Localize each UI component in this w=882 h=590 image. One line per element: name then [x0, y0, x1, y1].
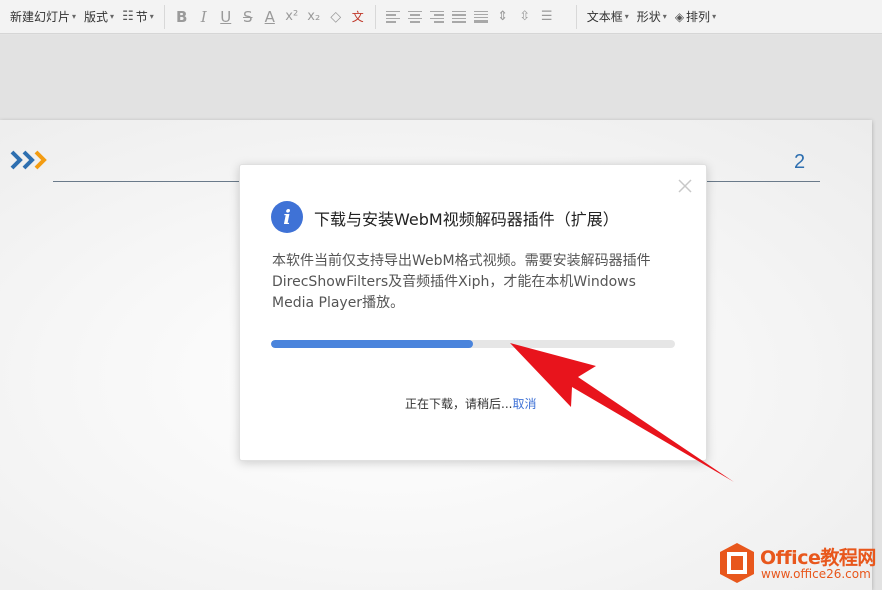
justify-icon[interactable] — [448, 6, 470, 28]
progress-fill — [271, 340, 473, 348]
download-status: 正在下载，请稍后...取消 — [405, 395, 536, 412]
shape-button[interactable]: 形状 ▾ — [633, 5, 671, 29]
textbox-label: 文本框 — [586, 10, 623, 24]
italic-icon[interactable]: I — [193, 6, 215, 28]
chevron-down-icon: ▾ — [110, 12, 115, 21]
cancel-link[interactable]: 取消 — [512, 397, 536, 411]
close-icon[interactable] — [676, 177, 694, 195]
strikethrough-icon[interactable]: S — [237, 6, 259, 28]
new-slide-label: 新建幻灯片 — [10, 10, 71, 24]
arrange-button[interactable]: ◈ 排列 ▾ — [671, 5, 720, 29]
chevron-down-icon: ▾ — [712, 12, 717, 21]
chevron-down-icon: ▾ — [149, 12, 154, 21]
chevron-down-icon: ▾ — [72, 12, 77, 21]
phonetic-icon[interactable]: 文 — [347, 6, 369, 28]
text-shadow-icon[interactable]: A — [259, 6, 281, 28]
chevron-down-icon: ▾ — [662, 12, 667, 21]
watermark-url: www.office26.com — [761, 567, 871, 581]
bold-icon[interactable]: B — [171, 6, 193, 28]
align-center-icon[interactable] — [404, 6, 426, 28]
status-text: 正在下载，请稍后... — [405, 397, 513, 411]
align-left-icon[interactable] — [382, 6, 404, 28]
section-icon: ☷ — [122, 9, 134, 24]
office-logo-icon — [720, 543, 754, 583]
distribute-icon[interactable] — [470, 6, 492, 28]
section-label: 节 — [135, 10, 148, 24]
eraser-icon[interactable]: ◇ — [325, 6, 347, 28]
section-button[interactable]: ☷ 节 ▾ — [118, 5, 158, 29]
align-right-icon[interactable] — [426, 6, 448, 28]
chevron-down-icon: ▾ — [624, 12, 629, 21]
chevrons-icon — [10, 150, 47, 170]
bullet-list-icon[interactable]: ☰ — [536, 6, 558, 28]
indent-icon[interactable]: ⇳ — [514, 6, 536, 28]
toolbar-divider — [575, 4, 577, 29]
underline-icon[interactable]: U — [215, 6, 237, 28]
new-slide-button[interactable]: 新建幻灯片 ▾ — [6, 5, 80, 29]
toolbar-divider — [374, 4, 376, 29]
line-spacing-icon[interactable]: ⇕ — [492, 6, 514, 28]
toolbar-divider — [163, 4, 165, 29]
layout-label: 版式 — [84, 10, 109, 24]
watermark: Office教程网 www.office26.com — [716, 540, 882, 590]
subscript-icon[interactable]: x₂ — [303, 6, 325, 28]
textbox-button[interactable]: 文本框 ▾ — [583, 5, 633, 29]
superscript-icon[interactable]: x² — [281, 6, 303, 28]
page-number: 2 — [794, 151, 806, 173]
layout-button[interactable]: 版式 ▾ — [80, 5, 118, 29]
download-progress-bar — [271, 340, 675, 348]
dialog-title: 下载与安装WebM视频解码器插件（扩展） — [314, 210, 619, 229]
dialog-message: 本软件当前仅支持导出WebM格式视频。需要安装解码器插件DirecShowFil… — [272, 253, 651, 311]
info-icon: i — [271, 201, 303, 233]
ribbon-toolbar: 新建幻灯片 ▾ 版式 ▾ ☷ 节 ▾ B I U S A x² x₂ ◇ 文 ⇕ ⇳ ☰… — [0, 0, 882, 34]
layers-icon: ◈ — [674, 9, 685, 24]
arrange-label: 排列 — [686, 10, 711, 24]
watermark-brand: Office教程网 — [760, 547, 876, 569]
shape-label: 形状 — [636, 10, 661, 24]
